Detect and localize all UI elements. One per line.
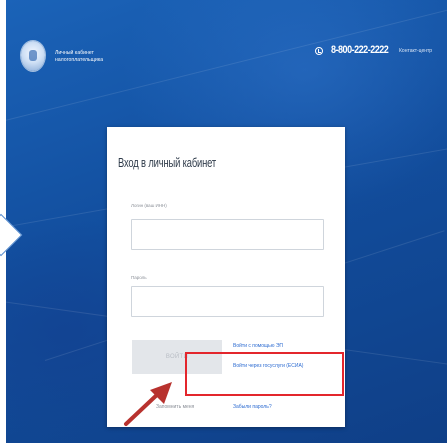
background-line	[4, 8, 447, 121]
login-title: Вход в личный кабинет	[118, 155, 217, 170]
password-label: Пароль	[131, 275, 147, 280]
phone-number[interactable]: 8-800-222-2222	[331, 44, 389, 56]
login-label: Логин (ваш ИНН)	[131, 203, 167, 208]
forgot-password-link[interactable]: Забыли пароль?	[233, 404, 272, 410]
brand-line-1: Личный кабинет	[55, 50, 95, 56]
login-input[interactable]	[131, 219, 324, 250]
password-input[interactable]	[131, 286, 324, 317]
brand-title[interactable]: Личный кабинет налогоплательщика	[55, 50, 125, 64]
brand-line-2: налогоплательщика	[55, 57, 104, 63]
annotation-arrow-icon	[124, 382, 172, 426]
screenshot-frame: Личный кабинет налогоплательщика 8-800-2…	[0, 0, 447, 443]
phone-icon	[315, 47, 323, 55]
login-with-ep-link[interactable]: Войти с помощью ЭП	[233, 343, 283, 349]
contact-center-link[interactable]: Контакт-центр	[399, 48, 432, 54]
esia-highlight-box	[185, 352, 344, 396]
